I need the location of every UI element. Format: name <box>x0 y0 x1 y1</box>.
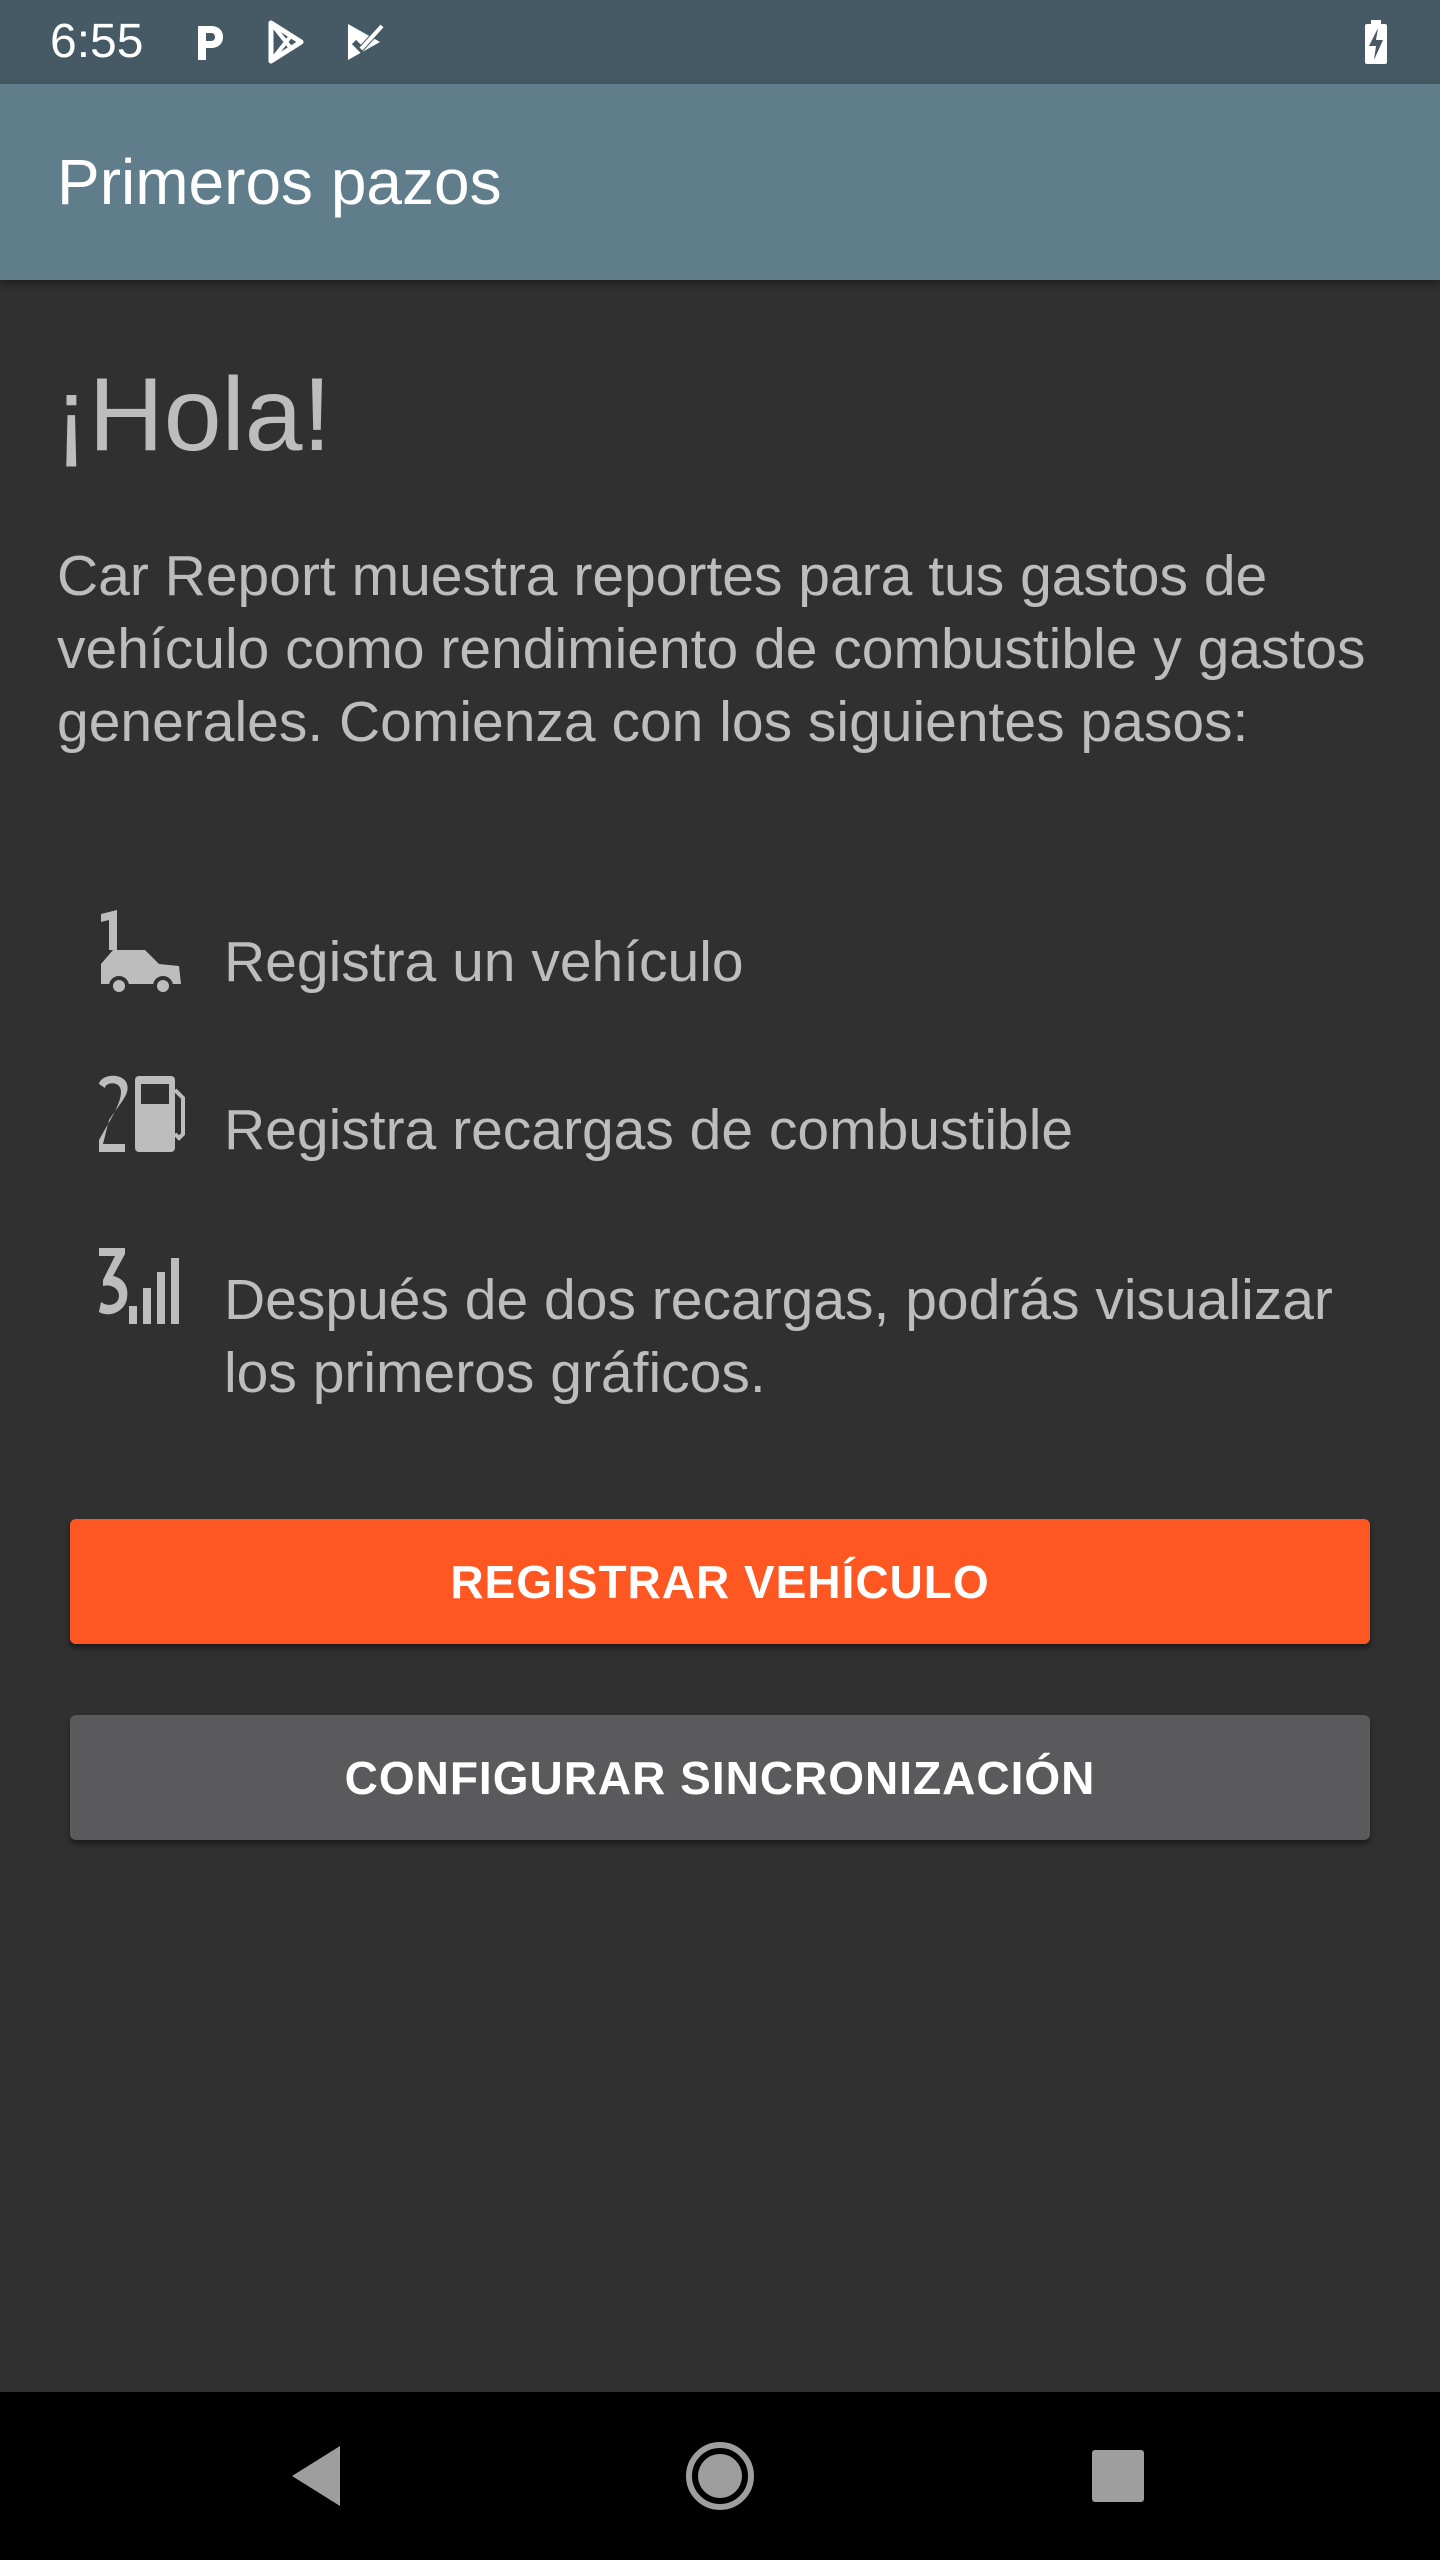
step-1-label: Registra un vehículo <box>224 930 744 994</box>
battery-charging-icon <box>1352 18 1400 66</box>
step-3-chart-icon <box>95 1240 185 1330</box>
step-2-label: Registra recargas de combustible <box>224 1098 1074 1162</box>
step-2-fuel-pump-icon <box>95 1072 185 1162</box>
intro-text: Car Report muestra reportes para tus gas… <box>57 544 1366 754</box>
greeting-heading: ¡Hola! <box>54 357 332 473</box>
status-time: 6:55 <box>50 15 144 68</box>
app-bar: Primeros pazos <box>0 84 1440 280</box>
register-vehicle-button[interactable]: REGISTRAR VEHÍCULO <box>70 1519 1370 1644</box>
step-3-label: Después de dos recargas, podrás visualiz… <box>224 1268 1333 1405</box>
back-icon[interactable] <box>276 2434 360 2518</box>
tasks-check-icon <box>340 18 388 66</box>
recents-icon[interactable] <box>1076 2434 1160 2518</box>
parking-app-icon <box>184 18 232 66</box>
navigation-bar <box>0 2392 1440 2560</box>
page-title: Primeros pazos <box>57 146 502 218</box>
play-store-icon <box>262 18 310 66</box>
configure-sync-button[interactable]: CONFIGURAR SINCRONIZACIÓN <box>70 1715 1370 1840</box>
status-bar: 6:55 <box>0 0 1440 84</box>
home-icon[interactable] <box>678 2434 762 2518</box>
screen: 6:55 Primeros pazos ¡Hola! Car Report mu… <box>0 0 1440 2560</box>
step-1-car-icon <box>95 908 185 998</box>
